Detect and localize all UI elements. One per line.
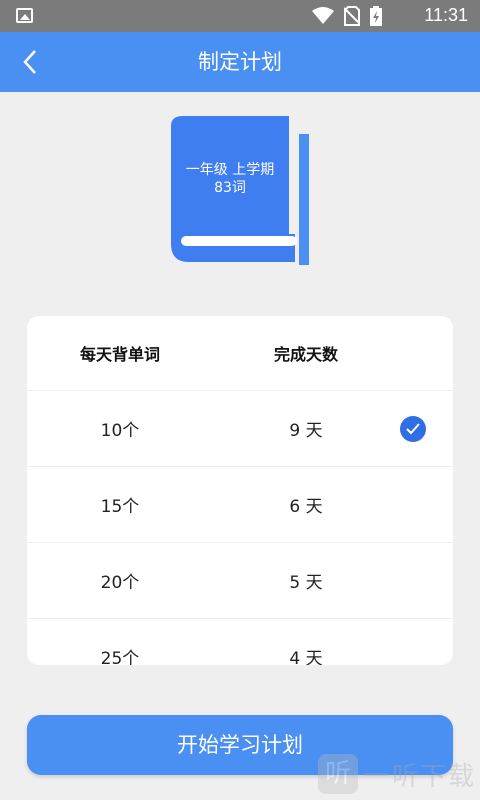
plan-row[interactable]: 15个 6 天	[27, 467, 453, 543]
battery-charging-icon	[370, 6, 382, 26]
row-days: 9 天	[289, 421, 323, 441]
book-grade: 一年级 上学期	[185, 162, 275, 178]
watermark-text: 一听下载	[363, 761, 476, 792]
selected-check-icon	[400, 416, 426, 442]
watermark-logo: 听	[317, 754, 358, 794]
book-cover: 一年级 上学期 83词	[171, 116, 311, 266]
row-words: 20个	[100, 573, 140, 593]
plan-table-header: 每天背单词 完成天数	[27, 316, 453, 391]
plan-table: 每天背单词 完成天数 10个 9 天 15个 6 天 20个 5 天 25个 4…	[27, 316, 453, 665]
status-time: 11:31	[424, 5, 468, 25]
row-days: 5 天	[289, 573, 323, 593]
row-days: 6 天	[289, 497, 323, 517]
image-icon	[16, 8, 33, 23]
title-bar: 制定计划	[0, 32, 480, 92]
plan-row[interactable]: 10个 9 天	[27, 391, 453, 467]
row-words: 10个	[100, 421, 140, 441]
book-word-count: 83词	[214, 180, 246, 196]
plan-row[interactable]: 20个 5 天	[27, 543, 453, 619]
plan-row[interactable]: 25个 4 天	[27, 619, 453, 665]
watermark: 听 一听下载	[317, 754, 476, 794]
no-sim-icon	[344, 6, 360, 26]
header-days: 完成天数	[273, 345, 338, 364]
status-bar: 11:31	[0, 0, 480, 32]
page-title: 制定计划	[198, 50, 282, 74]
row-days: 4 天	[289, 649, 323, 665]
row-words: 15个	[100, 497, 140, 517]
wifi-icon	[312, 7, 334, 24]
header-words-per-day: 每天背单词	[79, 345, 160, 364]
row-words: 25个	[100, 649, 140, 665]
